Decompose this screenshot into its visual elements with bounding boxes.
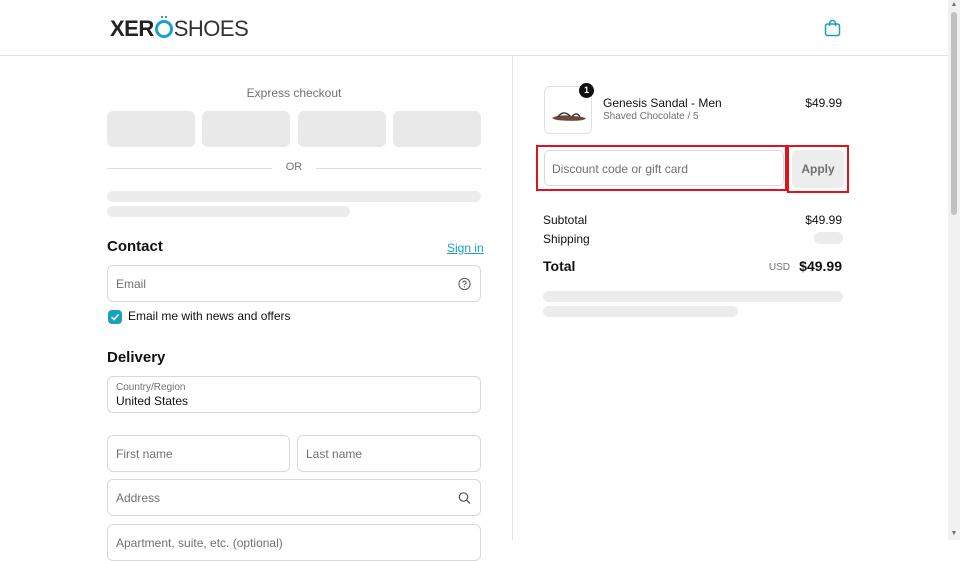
country-value: United States bbox=[116, 394, 189, 408]
address-placeholder: Address bbox=[116, 490, 161, 505]
checkout-form-panel: Express checkout OR Contact Sign in Emai… bbox=[0, 56, 512, 561]
last-name-placeholder: Last name bbox=[306, 446, 363, 461]
newsletter-label: Email me with news and offers bbox=[128, 309, 291, 323]
logo-text-left: XER bbox=[110, 16, 154, 41]
delivery-heading: Delivery bbox=[107, 349, 166, 366]
express-pay-button-3[interactable] bbox=[298, 111, 386, 147]
logo-text-right: SHOES bbox=[173, 16, 249, 41]
country-select[interactable]: Country/Region United States bbox=[107, 376, 481, 413]
loading-placeholder bbox=[543, 291, 843, 302]
checkmark-icon bbox=[110, 313, 120, 321]
loading-placeholder bbox=[107, 191, 481, 202]
express-checkout-title: Express checkout bbox=[246, 86, 342, 100]
scroll-up-arrow-icon[interactable]: ▲ bbox=[950, 1, 958, 8]
help-circle-icon[interactable] bbox=[458, 277, 471, 290]
address-field[interactable]: Address bbox=[107, 479, 481, 516]
total-value: $49.99 bbox=[799, 258, 842, 274]
or-label: OR bbox=[285, 161, 303, 173]
email-placeholder: Email bbox=[116, 276, 147, 291]
apartment-field[interactable]: Apartment, suite, etc. (optional) bbox=[107, 524, 481, 561]
total-label: Total bbox=[543, 258, 576, 274]
brand-logo[interactable]: XER SHOES bbox=[110, 16, 249, 41]
order-summary-panel: 1 Genesis Sandal - Men Shaved Chocolate … bbox=[512, 56, 948, 540]
email-field[interactable]: Email bbox=[107, 265, 481, 302]
scroll-down-arrow-icon[interactable]: ▼ bbox=[950, 530, 958, 537]
discount-highlight-box bbox=[536, 145, 787, 191]
product-name: Genesis Sandal - Men bbox=[603, 96, 722, 110]
country-label: Country/Region bbox=[116, 382, 186, 393]
sign-in-link[interactable]: Sign in bbox=[447, 241, 484, 255]
contact-heading: Contact bbox=[107, 238, 163, 255]
shipping-loading-placeholder bbox=[814, 232, 843, 244]
logo-o-mark-icon bbox=[154, 16, 173, 38]
apply-highlight-box bbox=[787, 145, 849, 193]
shipping-label: Shipping bbox=[543, 232, 590, 246]
express-pay-button-4[interactable] bbox=[393, 111, 481, 147]
shopping-bag-icon[interactable] bbox=[824, 19, 841, 37]
last-name-field[interactable]: Last name bbox=[297, 435, 481, 472]
apartment-placeholder: Apartment, suite, etc. (optional) bbox=[116, 536, 283, 550]
loading-placeholder bbox=[543, 306, 738, 317]
header: XER SHOES bbox=[0, 0, 948, 56]
first-name-field[interactable]: First name bbox=[107, 435, 290, 472]
subtotal-label: Subtotal bbox=[543, 213, 588, 227]
or-divider: OR bbox=[107, 161, 481, 175]
page-scrollbar[interactable]: ▲ ▼ bbox=[948, 0, 960, 540]
scrollbar-thumb[interactable] bbox=[951, 12, 957, 215]
express-pay-button-2[interactable] bbox=[202, 111, 290, 147]
quantity-badge: 1 bbox=[579, 83, 594, 98]
loading-placeholder bbox=[107, 206, 350, 217]
product-price: $49.99 bbox=[805, 96, 842, 110]
search-icon[interactable] bbox=[458, 491, 471, 504]
express-pay-button-1[interactable] bbox=[107, 111, 195, 147]
first-name-placeholder: First name bbox=[116, 446, 173, 461]
total-currency: USD bbox=[768, 262, 790, 273]
product-variant: Shaved Chocolate / 5 bbox=[603, 111, 699, 122]
newsletter-checkbox[interactable] bbox=[108, 310, 122, 324]
divider-line-right bbox=[316, 168, 481, 169]
subtotal-value: $49.99 bbox=[805, 213, 842, 227]
